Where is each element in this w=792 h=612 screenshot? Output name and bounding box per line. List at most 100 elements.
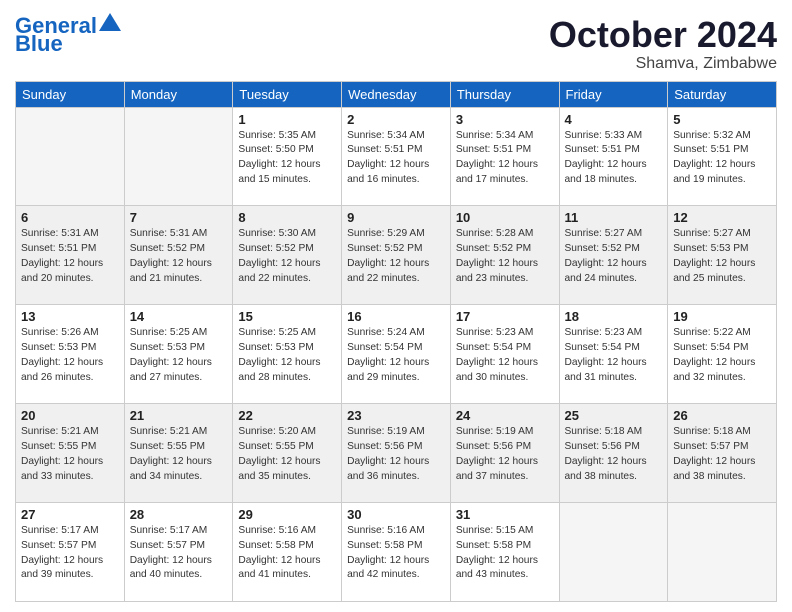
day-info: Sunrise: 5:30 AMSunset: 5:52 PMDaylight:… (238, 227, 336, 286)
header: General Blue October 2024 Shamva, Zimbab… (15, 15, 777, 73)
day-info: Sunrise: 5:17 AMSunset: 5:57 PMDaylight:… (21, 524, 119, 583)
day-info: Sunrise: 5:25 AMSunset: 5:53 PMDaylight:… (238, 326, 336, 385)
calendar-day-cell (124, 107, 233, 206)
day-number: 25 (565, 408, 663, 423)
day-number: 12 (673, 210, 771, 225)
day-info: Sunrise: 5:19 AMSunset: 5:56 PMDaylight:… (347, 425, 445, 484)
calendar-day-cell: 9 Sunrise: 5:29 AMSunset: 5:52 PMDaylight… (342, 206, 451, 305)
day-info: Sunrise: 5:33 AMSunset: 5:51 PMDaylight:… (565, 129, 663, 188)
day-number: 10 (456, 210, 554, 225)
calendar-day-cell: 28Sunrise: 5:17 AMSunset: 5:57 PMDayligh… (124, 503, 233, 602)
calendar-day-cell: 23Sunrise: 5:19 AMSunset: 5:56 PMDayligh… (342, 404, 451, 503)
day-info: Sunrise: 5:22 AMSunset: 5:54 PMDaylight:… (673, 326, 771, 385)
day-number: 29 (238, 507, 336, 522)
day-header-thursday: Thursday (450, 81, 559, 107)
day-header-sunday: Sunday (16, 81, 125, 107)
calendar-day-cell (668, 503, 777, 602)
calendar-day-cell: 10 Sunrise: 5:28 AMSunset: 5:52 PMDayligh… (450, 206, 559, 305)
day-info: Sunrise: 5:18 AMSunset: 5:56 PMDaylight:… (565, 425, 663, 484)
day-info: Sunrise: 5:15 AMSunset: 5:58 PMDaylight:… (456, 524, 554, 583)
day-number: 15 (238, 309, 336, 324)
calendar-week-row: 1Sunrise: 5:35 AMSunset: 5:50 PMDaylight… (16, 107, 777, 206)
day-info: Sunrise: 5:23 AMSunset: 5:54 PMDaylight:… (565, 326, 663, 385)
day-info: Sunrise: 5:27 AMSunset: 5:53 PMDaylight:… (673, 227, 771, 286)
calendar-week-row: 6 Sunrise: 5:31 AMSunset: 5:51 PMDaylight… (16, 206, 777, 305)
day-number: 14 (130, 309, 228, 324)
day-info: Sunrise: 5:27 AMSunset: 5:52 PMDaylight:… (565, 227, 663, 286)
calendar-day-cell: 22 Sunrise: 5:20 AMSunset: 5:55 PMDayligh… (233, 404, 342, 503)
calendar-day-cell: 24 Sunrise: 5:19 AMSunset: 5:56 PMDayligh… (450, 404, 559, 503)
title-area: October 2024 Shamva, Zimbabwe (549, 15, 777, 73)
day-number: 24 (456, 408, 554, 423)
day-info: Sunrise: 5:31 AMSunset: 5:52 PMDaylight:… (130, 227, 228, 286)
day-header-wednesday: Wednesday (342, 81, 451, 107)
logo-icon (99, 13, 121, 31)
calendar-table: SundayMondayTuesdayWednesdayThursdayFrid… (15, 81, 777, 602)
calendar-week-row: 20 Sunrise: 5:21 AMSunset: 5:55 PMDayligh… (16, 404, 777, 503)
calendar-day-cell: 16Sunrise: 5:24 AMSunset: 5:54 PMDayligh… (342, 305, 451, 404)
day-number: 18 (565, 309, 663, 324)
calendar-day-cell: 14 Sunrise: 5:25 AMSunset: 5:53 PMDayligh… (124, 305, 233, 404)
calendar-header-row: SundayMondayTuesdayWednesdayThursdayFrid… (16, 81, 777, 107)
calendar-day-cell: 1Sunrise: 5:35 AMSunset: 5:50 PMDaylight… (233, 107, 342, 206)
day-number: 20 (21, 408, 119, 423)
calendar-day-cell: 12 Sunrise: 5:27 AMSunset: 5:53 PMDayligh… (668, 206, 777, 305)
calendar-day-cell: 31 Sunrise: 5:15 AMSunset: 5:58 PMDayligh… (450, 503, 559, 602)
calendar-day-cell: 30Sunrise: 5:16 AMSunset: 5:58 PMDayligh… (342, 503, 451, 602)
calendar-day-cell: 21Sunrise: 5:21 AMSunset: 5:55 PMDayligh… (124, 404, 233, 503)
calendar-day-cell: 19 Sunrise: 5:22 AMSunset: 5:54 PMDayligh… (668, 305, 777, 404)
day-header-friday: Friday (559, 81, 668, 107)
day-number: 31 (456, 507, 554, 522)
day-info: Sunrise: 5:21 AMSunset: 5:55 PMDaylight:… (21, 425, 119, 484)
calendar-day-cell: 26 Sunrise: 5:18 AMSunset: 5:57 PMDayligh… (668, 404, 777, 503)
day-info: Sunrise: 5:26 AMSunset: 5:53 PMDaylight:… (21, 326, 119, 385)
calendar-day-cell: 3 Sunrise: 5:34 AMSunset: 5:51 PMDaylight… (450, 107, 559, 206)
calendar-day-cell: 6 Sunrise: 5:31 AMSunset: 5:51 PMDaylight… (16, 206, 125, 305)
day-info: Sunrise: 5:16 AMSunset: 5:58 PMDaylight:… (238, 524, 336, 583)
day-number: 11 (565, 210, 663, 225)
day-number: 17 (456, 309, 554, 324)
day-number: 22 (238, 408, 336, 423)
day-header-saturday: Saturday (668, 81, 777, 107)
logo-blue-text: Blue (15, 31, 63, 56)
day-number: 30 (347, 507, 445, 522)
day-number: 7 (130, 210, 228, 225)
day-info: Sunrise: 5:20 AMSunset: 5:55 PMDaylight:… (238, 425, 336, 484)
month-title: October 2024 (549, 15, 777, 55)
calendar-day-cell: 20 Sunrise: 5:21 AMSunset: 5:55 PMDayligh… (16, 404, 125, 503)
day-header-tuesday: Tuesday (233, 81, 342, 107)
calendar-day-cell: 17Sunrise: 5:23 AMSunset: 5:54 PMDayligh… (450, 305, 559, 404)
day-number: 16 (347, 309, 445, 324)
day-number: 3 (456, 112, 554, 127)
calendar-day-cell: 7 Sunrise: 5:31 AMSunset: 5:52 PMDaylight… (124, 206, 233, 305)
calendar-day-cell: 15 Sunrise: 5:25 AMSunset: 5:53 PMDayligh… (233, 305, 342, 404)
page: General Blue October 2024 Shamva, Zimbab… (0, 0, 792, 612)
day-info: Sunrise: 5:32 AMSunset: 5:51 PMDaylight:… (673, 129, 771, 188)
day-number: 9 (347, 210, 445, 225)
day-number: 2 (347, 112, 445, 127)
day-info: Sunrise: 5:34 AMSunset: 5:51 PMDaylight:… (456, 129, 554, 188)
day-number: 13 (21, 309, 119, 324)
day-header-monday: Monday (124, 81, 233, 107)
day-info: Sunrise: 5:19 AMSunset: 5:56 PMDaylight:… (456, 425, 554, 484)
day-info: Sunrise: 5:25 AMSunset: 5:53 PMDaylight:… (130, 326, 228, 385)
calendar-day-cell: 13 Sunrise: 5:26 AMSunset: 5:53 PMDayligh… (16, 305, 125, 404)
calendar-week-row: 27Sunrise: 5:17 AMSunset: 5:57 PMDayligh… (16, 503, 777, 602)
day-number: 19 (673, 309, 771, 324)
day-number: 6 (21, 210, 119, 225)
day-info: Sunrise: 5:29 AMSunset: 5:52 PMDaylight:… (347, 227, 445, 286)
day-info: Sunrise: 5:35 AMSunset: 5:50 PMDaylight:… (238, 129, 336, 188)
calendar-day-cell (16, 107, 125, 206)
day-number: 28 (130, 507, 228, 522)
calendar-day-cell: 5Sunrise: 5:32 AMSunset: 5:51 PMDaylight… (668, 107, 777, 206)
calendar-day-cell: 25 Sunrise: 5:18 AMSunset: 5:56 PMDayligh… (559, 404, 668, 503)
day-number: 21 (130, 408, 228, 423)
calendar-day-cell (559, 503, 668, 602)
day-info: Sunrise: 5:28 AMSunset: 5:52 PMDaylight:… (456, 227, 554, 286)
day-number: 8 (238, 210, 336, 225)
day-info: Sunrise: 5:18 AMSunset: 5:57 PMDaylight:… (673, 425, 771, 484)
day-info: Sunrise: 5:31 AMSunset: 5:51 PMDaylight:… (21, 227, 119, 286)
calendar-day-cell: 27Sunrise: 5:17 AMSunset: 5:57 PMDayligh… (16, 503, 125, 602)
location-subtitle: Shamva, Zimbabwe (549, 55, 777, 73)
day-number: 26 (673, 408, 771, 423)
